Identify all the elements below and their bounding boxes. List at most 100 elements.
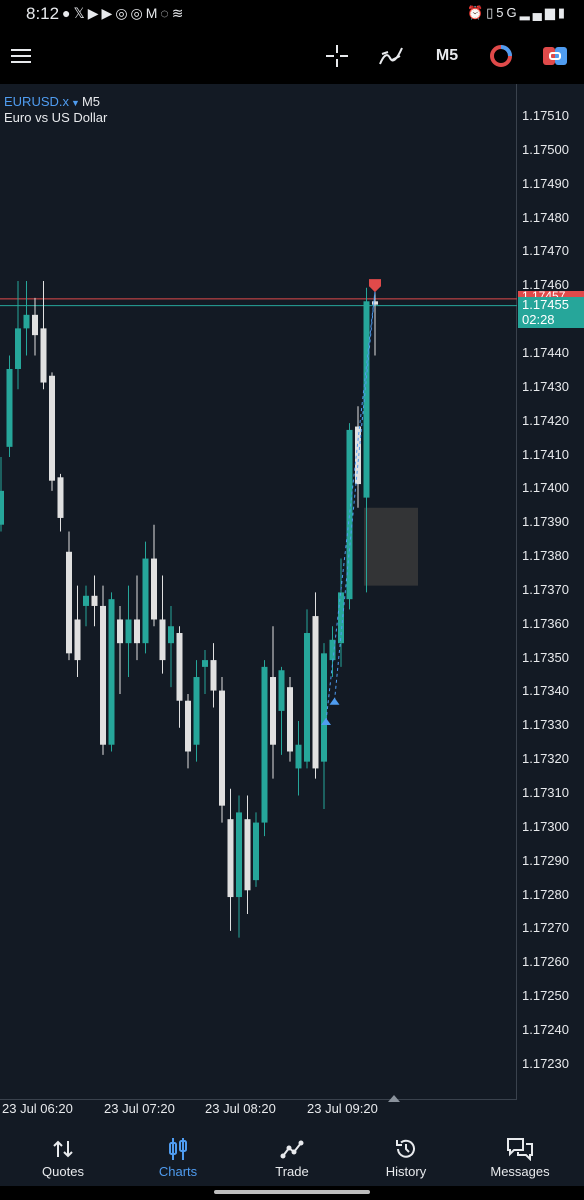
price-tick-label: 1.17480 — [522, 210, 569, 225]
price-tick-label: 1.17350 — [522, 650, 569, 665]
nav-trade[interactable]: Trade — [234, 1130, 350, 1186]
time-tick-label: 23 Jul 09:20 — [307, 1101, 378, 1116]
youtube-icon: ▶ — [101, 5, 116, 21]
nav-messages[interactable]: Messages — [462, 1130, 578, 1186]
candle-body — [338, 592, 344, 644]
candle-body — [23, 314, 30, 329]
timeframe-button[interactable]: M5 — [430, 28, 464, 84]
price-tick-label: 1.17500 — [522, 142, 569, 157]
alarm-icon: ⏰ — [466, 5, 487, 20]
price-tick-label: 1.17340 — [522, 683, 569, 698]
messages-icon — [462, 1134, 578, 1164]
nav-label: History — [385, 1164, 427, 1179]
candle-body — [151, 558, 157, 620]
nav-charts[interactable]: Charts — [120, 1130, 236, 1186]
nav-label: Trade — [275, 1164, 309, 1179]
candle-body — [210, 660, 217, 691]
candle-body — [270, 677, 276, 745]
nav-label: Charts — [158, 1164, 198, 1179]
price-tick-label: 1.17240 — [522, 1022, 569, 1037]
bar-countdown: 02:28 — [522, 312, 555, 327]
price-tick-label: 1.17460 — [522, 277, 569, 292]
price-tick-label: 1.17410 — [522, 447, 569, 462]
symbol-description: Euro vs US Dollar — [4, 110, 108, 125]
symbol-dropdown-icon[interactable]: ▼ — [71, 98, 80, 108]
nav-history[interactable]: History — [348, 1130, 464, 1186]
candle-body — [219, 690, 225, 806]
candle-body — [117, 619, 123, 644]
highlight-zone — [364, 507, 418, 586]
candle-body — [185, 700, 191, 752]
candle-body — [91, 595, 98, 606]
symbol-timeframe: M5 — [81, 94, 100, 109]
5g-icon: 5G — [496, 5, 520, 20]
candle-body — [40, 328, 47, 383]
youtube-icon: ▶ — [87, 5, 102, 21]
candle-body — [321, 653, 327, 762]
candle-body — [83, 595, 89, 606]
time-tick-label: 23 Jul 06:20 — [2, 1101, 73, 1116]
price-tick-label: 1.17490 — [522, 176, 569, 191]
bid-price-label: 1.17455 02:28 — [518, 297, 584, 328]
candle-body — [142, 558, 149, 644]
price-tick-label: 1.17430 — [522, 379, 569, 394]
trade-chart-icon — [234, 1134, 350, 1164]
price-tick-label: 1.17290 — [522, 853, 569, 868]
candle-body — [312, 616, 319, 769]
candle-body — [244, 819, 251, 891]
nav-quotes[interactable]: Quotes — [5, 1130, 121, 1186]
candle-body — [287, 687, 293, 752]
vibrate-icon: ▯ — [486, 5, 497, 20]
candle-body — [236, 812, 242, 898]
nav-label: Messages — [490, 1164, 550, 1179]
indicators-icon[interactable] — [376, 28, 406, 84]
candlestick-chart[interactable] — [0, 84, 517, 1100]
candle-body — [100, 605, 106, 745]
time-tick-label: 23 Jul 07:20 — [104, 1101, 175, 1116]
price-tick-label: 1.17330 — [522, 717, 569, 732]
gesture-bar — [0, 1186, 584, 1200]
sell-arrow-icon — [369, 279, 381, 293]
notification-icons: ●𝕏▶▶◎◎M◌≋ — [62, 5, 186, 22]
instagram-icon: ◎ — [130, 5, 146, 21]
candle-body — [49, 375, 55, 481]
price-tick-label: 1.17310 — [522, 785, 569, 800]
gesture-handle[interactable] — [214, 1190, 370, 1194]
candle-body — [15, 328, 21, 369]
candle-body — [295, 744, 302, 769]
candle-body — [134, 619, 140, 644]
candle-body — [125, 619, 132, 644]
candle-body — [372, 301, 378, 305]
quotes-icon — [5, 1134, 121, 1164]
gmail-icon: M — [145, 5, 161, 21]
trade-icon[interactable] — [540, 28, 570, 84]
spotify-icon: ● — [62, 5, 74, 21]
candle-body — [304, 633, 310, 762]
price-tick-label: 1.17250 — [522, 988, 569, 1003]
price-tick-label: 1.17440 — [522, 345, 569, 360]
candle-body — [108, 599, 115, 745]
price-tick-label: 1.17470 — [522, 243, 569, 258]
symbol-name[interactable]: EURUSD.x — [4, 94, 69, 109]
symbol-header[interactable]: EURUSD.x ▼ M5 — [4, 94, 100, 109]
crosshair-icon[interactable] — [322, 28, 352, 84]
candle-body — [253, 822, 259, 881]
chart-toolbar: M5 — [0, 28, 584, 84]
candle-body — [227, 819, 234, 898]
menu-icon[interactable] — [8, 28, 34, 84]
system-icons: ⏰▯5G▂▄▆▮ — [467, 5, 568, 21]
history-icon — [348, 1134, 464, 1164]
candle-body — [261, 666, 268, 823]
candle-body — [159, 619, 166, 661]
price-tick-label: 1.17380 — [522, 548, 569, 563]
candle-body — [202, 660, 208, 667]
scroll-handle-icon[interactable] — [388, 1094, 400, 1102]
status-time: 8:12 — [26, 4, 60, 23]
clock-icon[interactable] — [486, 28, 516, 84]
price-tick-label: 1.17510 — [522, 108, 569, 123]
candle-body — [6, 368, 13, 447]
price-tick-label: 1.17370 — [522, 582, 569, 597]
price-tick-label: 1.17230 — [522, 1056, 569, 1071]
candle-body — [57, 477, 64, 518]
bid-price: 1.17455 — [522, 297, 569, 312]
